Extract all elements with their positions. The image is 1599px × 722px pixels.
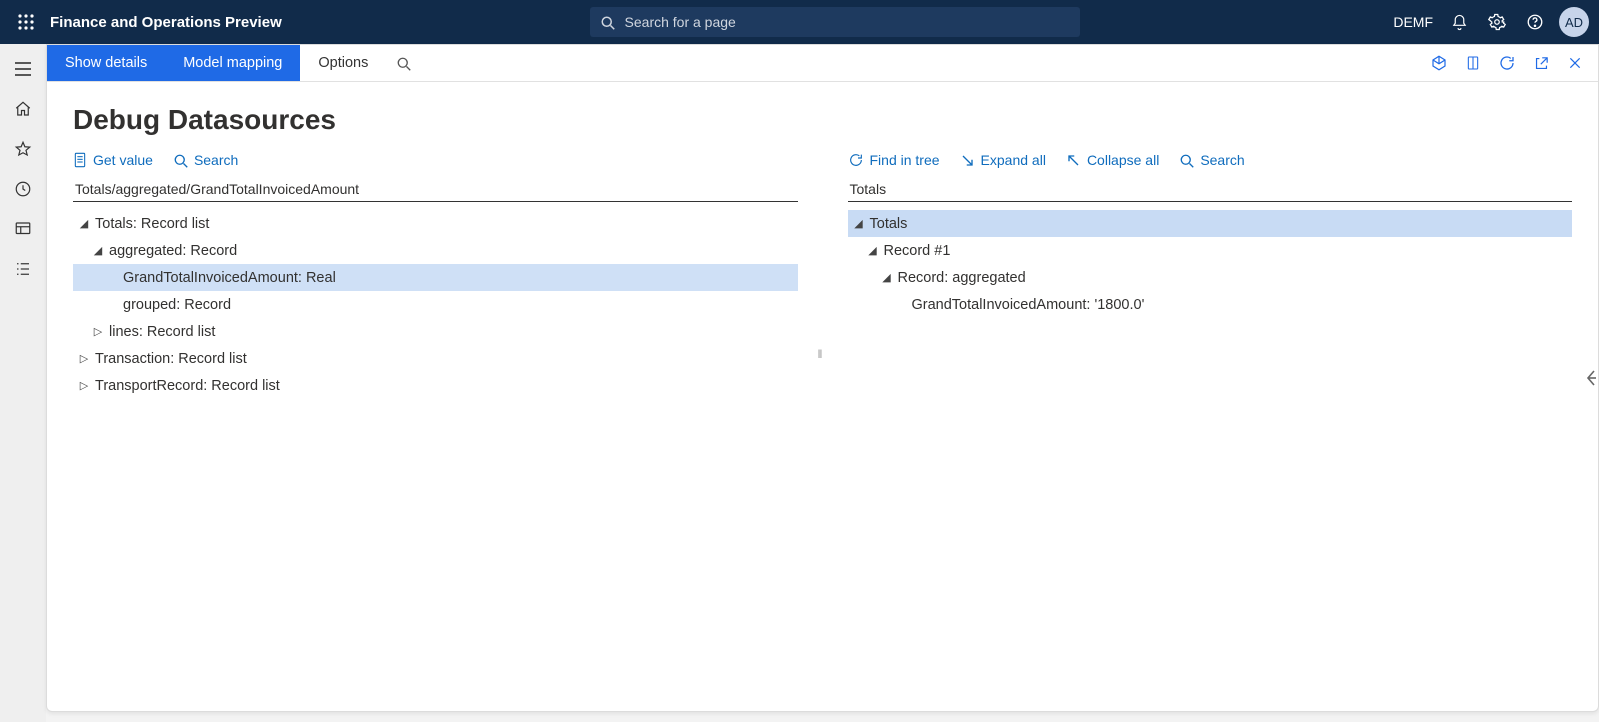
global-search-input[interactable] — [623, 13, 1070, 31]
tree-label: grouped: Record — [123, 297, 231, 313]
close-icon[interactable] — [1558, 45, 1592, 81]
collapse-all-label: Collapse all — [1087, 152, 1159, 168]
expand-all-label: Expand all — [981, 152, 1046, 168]
company-code[interactable]: DEMF — [1387, 14, 1439, 30]
attachments-icon[interactable] — [1422, 45, 1456, 81]
get-value-label: Get value — [93, 152, 153, 168]
tree-label: Totals: Record list — [95, 216, 209, 232]
app-launcher-icon[interactable] — [6, 0, 46, 44]
tree-node-lines[interactable]: ▷lines: Record list — [73, 318, 798, 345]
get-value-button[interactable]: Get value — [73, 152, 153, 168]
expand-all-button[interactable]: Expand all — [960, 152, 1046, 168]
tree-label: Record #1 — [884, 243, 951, 259]
refresh-icon[interactable] — [1490, 45, 1524, 81]
cmd-model-mapping[interactable]: Model mapping — [165, 45, 300, 81]
tree-label: Transaction: Record list — [95, 351, 247, 367]
favorites-icon[interactable] — [0, 130, 46, 168]
tree-label: TransportRecord: Record list — [95, 378, 280, 394]
cmd-options[interactable]: Options — [300, 45, 386, 81]
tree-label: Record: aggregated — [898, 270, 1026, 286]
home-icon[interactable] — [0, 90, 46, 128]
right-path[interactable]: Totals — [848, 178, 1573, 202]
right-search-label: Search — [1200, 152, 1244, 168]
page-container: Show details Model mapping Options — [46, 44, 1599, 712]
left-nav-rail — [0, 44, 46, 722]
top-nav-bar: Finance and Operations Preview DEMF — [0, 0, 1599, 44]
page-title: Debug Datasources — [73, 104, 1572, 136]
left-search-label: Search — [194, 152, 238, 168]
hamburger-icon[interactable] — [0, 50, 46, 88]
user-avatar[interactable]: AD — [1559, 7, 1589, 37]
datasource-tree-panel: Get value Search Totals/aggregated/Grand… — [73, 152, 798, 701]
cmd-show-details[interactable]: Show details — [47, 45, 165, 81]
tree-label: Totals — [870, 216, 908, 232]
help-icon[interactable] — [1517, 0, 1553, 44]
recent-icon[interactable] — [0, 170, 46, 208]
panel-splitter[interactable] — [822, 152, 824, 701]
tree-node-grouped[interactable]: ◢grouped: Record — [73, 291, 798, 318]
tree-node-transportrecord[interactable]: ▷TransportRecord: Record list — [73, 372, 798, 399]
result-node-aggregated[interactable]: ◢Record: aggregated — [848, 264, 1573, 291]
tree-node-grandtotalinvoicedamount[interactable]: ◢GrandTotalInvoicedAmount: Real — [73, 264, 798, 291]
tree-node-aggregated[interactable]: ◢aggregated: Record — [73, 237, 798, 264]
workspace-icon[interactable] — [0, 210, 46, 248]
modules-icon[interactable] — [0, 250, 46, 288]
result-tree-panel: Find in tree Expand all Collapse all Sea… — [848, 152, 1573, 701]
right-tree: ◢Totals ◢Record #1 ◢Record: aggregated ◢… — [848, 210, 1573, 318]
find-in-tree-button[interactable]: Find in tree — [848, 152, 940, 168]
tree-label: aggregated: Record — [109, 243, 237, 259]
command-search-icon[interactable] — [386, 45, 420, 81]
result-node-record1[interactable]: ◢Record #1 — [848, 237, 1573, 264]
page-options-icon[interactable] — [1456, 45, 1490, 81]
left-search-button[interactable]: Search — [173, 152, 238, 168]
left-path[interactable]: Totals/aggregated/GrandTotalInvoicedAmou… — [73, 178, 798, 202]
tree-label: GrandTotalInvoicedAmount: Real — [123, 270, 336, 286]
global-search[interactable] — [590, 7, 1080, 37]
settings-gear-icon[interactable] — [1479, 0, 1515, 44]
tree-node-totals[interactable]: ◢Totals: Record list — [73, 210, 798, 237]
command-bar: Show details Model mapping Options — [47, 45, 1598, 82]
find-in-tree-label: Find in tree — [870, 152, 940, 168]
left-tree: ◢Totals: Record list ◢aggregated: Record… — [73, 210, 798, 399]
notifications-icon[interactable] — [1441, 0, 1477, 44]
tree-node-transaction[interactable]: ▷Transaction: Record list — [73, 345, 798, 372]
right-search-button[interactable]: Search — [1179, 152, 1244, 168]
app-title: Finance and Operations Preview — [46, 14, 282, 31]
collapse-all-button[interactable]: Collapse all — [1066, 152, 1159, 168]
tree-label: GrandTotalInvoicedAmount: '1800.0' — [912, 297, 1145, 313]
popout-icon[interactable] — [1524, 45, 1558, 81]
tree-label: lines: Record list — [109, 324, 215, 340]
result-node-grandtotalvalue[interactable]: ◢GrandTotalInvoicedAmount: '1800.0' — [848, 291, 1573, 318]
result-node-totals[interactable]: ◢Totals — [848, 210, 1573, 237]
related-flyout-handle[interactable] — [1584, 358, 1598, 398]
